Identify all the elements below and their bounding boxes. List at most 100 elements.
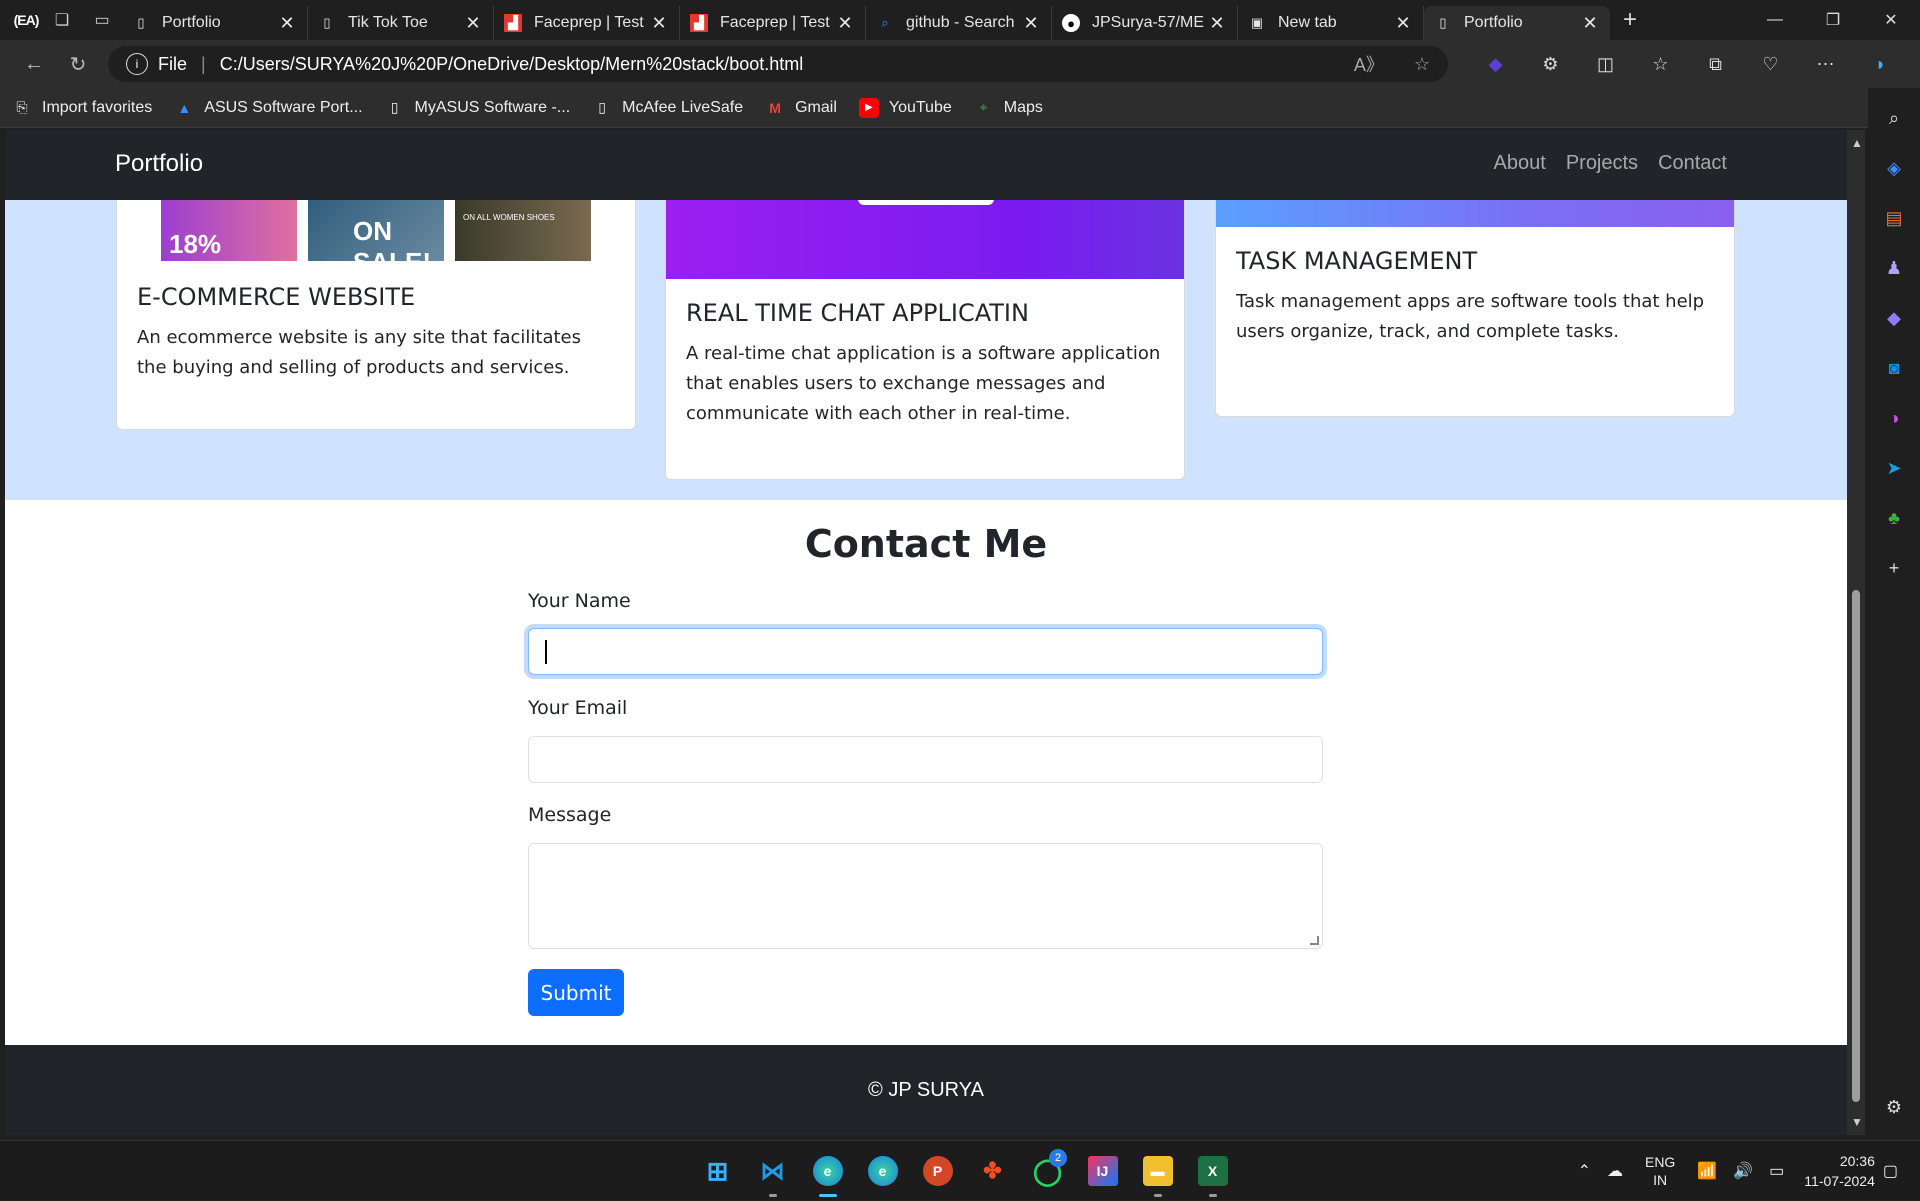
minimize-icon[interactable]: — bbox=[1746, 0, 1804, 40]
bookmark-gmail[interactable]: M Gmail bbox=[765, 98, 837, 118]
submit-button[interactable]: Submit bbox=[528, 969, 624, 1016]
scroll-down-icon[interactable]: ▼ bbox=[1851, 1115, 1863, 1129]
url-text[interactable]: C:/Users/SURYA%20J%20P/OneDrive/Desktop/… bbox=[220, 54, 1324, 75]
nav-contact[interactable]: Contact bbox=[1658, 152, 1727, 175]
scroll-up-icon[interactable]: ▲ bbox=[1851, 136, 1863, 150]
projects-section: 18% ON SALE! ON ALL WOMEN SHOES E-COMMER… bbox=[5, 180, 1847, 500]
site-brand[interactable]: Portfolio bbox=[115, 150, 203, 178]
faceprep-icon: ▟ bbox=[690, 14, 708, 32]
edge-profile-icon: e bbox=[812, 1156, 843, 1186]
wifi-icon[interactable]: 📶 bbox=[1697, 1161, 1717, 1181]
refresh-icon[interactable]: ↻ bbox=[56, 44, 100, 84]
close-tab-icon[interactable]: ✕ bbox=[1580, 13, 1600, 34]
volume-icon[interactable]: 🔊 bbox=[1733, 1161, 1753, 1181]
favorites-bar: ⎘ Import favorites ▲ ASUS Software Port...… bbox=[0, 88, 1920, 128]
workspaces-icon[interactable]: ❏ bbox=[42, 0, 82, 40]
divider: | bbox=[201, 53, 206, 74]
read-aloud-icon[interactable]: A》 bbox=[1354, 51, 1384, 77]
tab-faceprep-2[interactable]: ▟ Faceprep | Test ✕ bbox=[680, 6, 866, 40]
taskbar-figma[interactable]: ✤ bbox=[965, 1141, 1020, 1201]
resize-grip-icon[interactable] bbox=[1310, 936, 1319, 945]
more-menu-icon[interactable]: ⋯ bbox=[1798, 54, 1853, 75]
taskbar-edge-profile[interactable]: e bbox=[800, 1141, 855, 1201]
close-tab-icon[interactable]: ✕ bbox=[1021, 13, 1041, 34]
project-title: REAL TIME CHAT APPLICATIN bbox=[686, 299, 1029, 327]
page-icon: ▯ bbox=[598, 99, 606, 115]
taskbar-excel[interactable]: X bbox=[1185, 1141, 1240, 1201]
bookmark-asus[interactable]: ▲ ASUS Software Port... bbox=[174, 98, 362, 118]
extension-icon[interactable]: ◆ bbox=[1468, 54, 1523, 75]
shopping-tag-icon[interactable]: ◈ bbox=[1874, 148, 1914, 188]
add-sidebar-icon[interactable]: + bbox=[1874, 548, 1914, 588]
tools-icon[interactable]: ▤ bbox=[1874, 198, 1914, 238]
excel-icon: X bbox=[1197, 1156, 1228, 1186]
vscode-icon: ⋈ bbox=[760, 1157, 785, 1185]
tab-portfolio-1[interactable]: ▯ Portfolio ✕ bbox=[122, 6, 308, 40]
close-tab-icon[interactable]: ✕ bbox=[835, 13, 855, 34]
bookmark-mcafee[interactable]: ▯ McAfee LiveSafe bbox=[592, 98, 743, 118]
tab-portfolio-active[interactable]: ▯ Portfolio ✕ bbox=[1424, 6, 1610, 40]
nav-about[interactable]: About bbox=[1494, 152, 1546, 175]
close-tab-icon[interactable]: ✕ bbox=[649, 13, 669, 34]
close-window-icon[interactable]: ✕ bbox=[1862, 0, 1920, 40]
notifications-icon[interactable]: ▢ bbox=[1883, 1161, 1898, 1181]
tab-tiktoktoe[interactable]: ▯ Tik Tok Toe ✕ bbox=[308, 6, 494, 40]
tab-github-repo[interactable]: ● JPSurya-57/ME ✕ bbox=[1052, 6, 1238, 40]
github-icon: ● bbox=[1062, 14, 1080, 32]
email-input[interactable] bbox=[528, 736, 1323, 783]
designer-icon[interactable]: ◑ bbox=[1874, 398, 1914, 438]
battery-icon[interactable]: ▭ bbox=[1769, 1161, 1784, 1181]
games-icon[interactable]: ♟ bbox=[1874, 248, 1914, 288]
onedrive-icon[interactable]: ☁ bbox=[1607, 1161, 1623, 1181]
bookmark-youtube[interactable]: ▶ YouTube bbox=[858, 97, 952, 118]
page-scrollbar[interactable]: ▲ ▼ bbox=[1847, 130, 1865, 1135]
taskbar-whatsapp[interactable]: ◯ 2 bbox=[1020, 1141, 1075, 1201]
close-tab-icon[interactable]: ✕ bbox=[1207, 13, 1227, 34]
taskbar-edge[interactable]: e bbox=[855, 1141, 910, 1201]
taskbar-intellij[interactable]: IJ bbox=[1075, 1141, 1130, 1201]
start-button[interactable]: ⊞ bbox=[690, 1141, 745, 1201]
clock[interactable]: 20:36 11-07-2024 bbox=[1804, 1151, 1875, 1191]
search-icon[interactable]: ⌕ bbox=[1874, 98, 1914, 138]
copilot-icon[interactable]: ◗ bbox=[1853, 54, 1908, 75]
bookmark-import-favorites[interactable]: ⎘ Import favorites bbox=[12, 98, 152, 118]
close-tab-icon[interactable]: ✕ bbox=[1393, 13, 1413, 34]
name-input[interactable] bbox=[528, 628, 1323, 675]
bookmark-maps[interactable]: ⌖ Maps bbox=[974, 98, 1043, 118]
taskbar-vscode[interactable]: ⋈ bbox=[745, 1141, 800, 1201]
language-indicator[interactable]: ENG IN bbox=[1645, 1153, 1675, 1189]
copilot-sidebar-icon[interactable]: ◆ bbox=[1874, 298, 1914, 338]
split-screen-icon[interactable]: ◫ bbox=[1578, 54, 1633, 75]
bookmark-myasus[interactable]: ▯ MyASUS Software -... bbox=[385, 98, 570, 118]
faceprep-icon: ▟ bbox=[504, 14, 522, 32]
close-tab-icon[interactable]: ✕ bbox=[463, 13, 483, 34]
restore-icon[interactable]: ❐ bbox=[1804, 0, 1862, 40]
vertical-tabs-icon[interactable]: ▭ bbox=[82, 0, 122, 40]
tree-icon[interactable]: ♣ bbox=[1874, 498, 1914, 538]
message-textarea[interactable] bbox=[528, 843, 1323, 949]
favorites-icon[interactable]: ☆ bbox=[1633, 54, 1688, 75]
email-label: Your Email bbox=[528, 697, 628, 719]
taskbar-file-explorer[interactable]: ▬ bbox=[1130, 1141, 1185, 1201]
outlook-icon[interactable]: ◙ bbox=[1874, 348, 1914, 388]
new-tab-button[interactable]: + bbox=[1610, 6, 1650, 34]
send-icon[interactable]: ➤ bbox=[1874, 448, 1914, 488]
info-icon[interactable]: i bbox=[126, 53, 148, 75]
taskbar-powerpoint[interactable]: P bbox=[910, 1141, 965, 1201]
nav-projects[interactable]: Projects bbox=[1566, 152, 1638, 175]
chevron-up-icon[interactable]: ⌃ bbox=[1578, 1161, 1591, 1181]
tab-faceprep-1[interactable]: ▟ Faceprep | Test ✕ bbox=[494, 6, 680, 40]
tab-github-search[interactable]: ⌕ github - Search ✕ bbox=[866, 6, 1052, 40]
import-icon: ⎘ bbox=[16, 99, 28, 115]
extensions-puzzle-icon[interactable]: ⚙ bbox=[1523, 54, 1578, 75]
back-icon[interactable]: ← bbox=[12, 44, 56, 84]
favorite-star-icon[interactable]: ☆ bbox=[1414, 54, 1430, 75]
address-bar[interactable]: i File | C:/Users/SURYA%20J%20P/OneDrive… bbox=[108, 46, 1448, 82]
tab-newtab[interactable]: ▣ New tab ✕ bbox=[1238, 6, 1424, 40]
close-tab-icon[interactable]: ✕ bbox=[277, 13, 297, 34]
settings-gear-icon[interactable]: ⚙ bbox=[1874, 1087, 1914, 1127]
profile-avatar[interactable]: (EA) bbox=[10, 6, 42, 34]
scrollbar-thumb[interactable] bbox=[1852, 590, 1860, 1102]
browser-essentials-icon[interactable]: ♡ bbox=[1743, 54, 1798, 75]
collections-icon[interactable]: ⧉ bbox=[1688, 54, 1743, 75]
